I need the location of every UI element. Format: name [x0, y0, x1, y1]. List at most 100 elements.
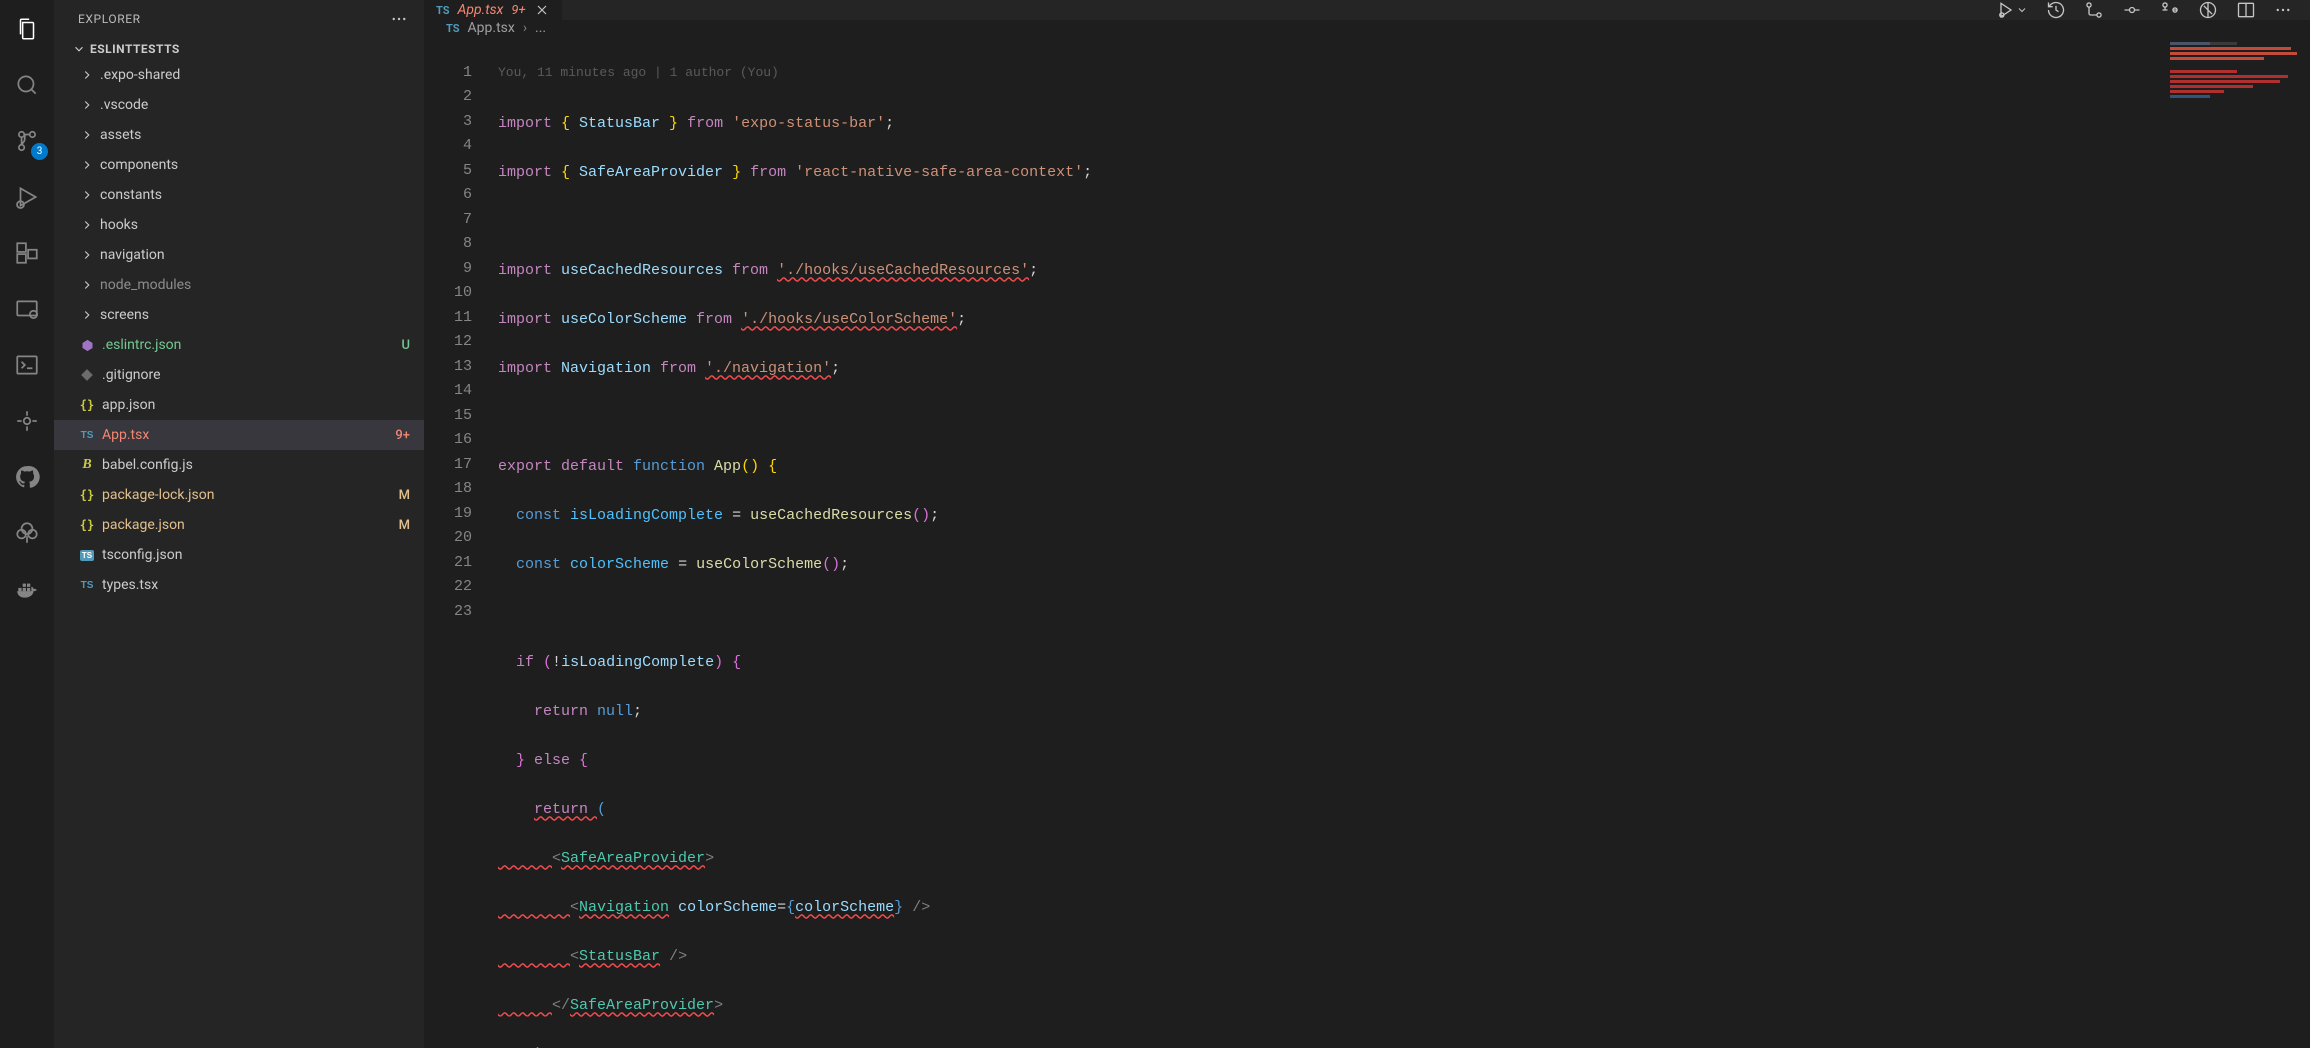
git-status: M	[388, 488, 410, 503]
line-number: 21	[424, 551, 472, 576]
more-actions-icon[interactable]	[2274, 1, 2292, 19]
line-number: 3	[424, 110, 472, 135]
chevron-right-icon	[80, 248, 94, 262]
line-number: 4	[424, 134, 472, 159]
git-commit-icon[interactable]	[2122, 0, 2142, 20]
line-number: 1	[424, 61, 472, 86]
file-app-json[interactable]: {} app.json	[54, 390, 424, 420]
file-label: .eslintrc.json	[102, 337, 382, 353]
activity-remote-icon[interactable]	[12, 294, 42, 324]
line-number: 19	[424, 502, 472, 527]
file-label: App.tsx	[102, 427, 382, 443]
breadcrumb[interactable]: TS App.tsx › ...	[424, 20, 2310, 36]
folder-label: hooks	[100, 217, 410, 233]
chevron-right-icon	[80, 158, 94, 172]
tab-app-tsx[interactable]: TS App.tsx 9+	[424, 0, 563, 20]
file-icon: {}	[78, 518, 96, 532]
folder-navigation[interactable]: navigation	[54, 240, 424, 270]
file-App-tsx[interactable]: TS App.tsx 9+	[54, 420, 424, 450]
code-content[interactable]: You, 11 minutes ago | 1 author (You) imp…	[498, 36, 2310, 1048]
chevron-right-icon: ›	[523, 20, 527, 36]
file-tree: .expo-shared .vscode assets components const…	[54, 60, 424, 1048]
chevron-right-icon	[80, 308, 94, 322]
typescript-icon: TS	[436, 4, 450, 17]
gitlens-toggle-icon[interactable]	[2198, 0, 2218, 20]
activity-bar: 3	[0, 0, 54, 1048]
activity-gitlens-icon[interactable]	[12, 406, 42, 436]
chevron-right-icon	[80, 98, 94, 112]
file-icon: TS	[78, 580, 96, 591]
folder-assets[interactable]: assets	[54, 120, 424, 150]
breadcrumb-file: App.tsx	[468, 20, 515, 36]
line-number: 15	[424, 404, 472, 429]
file-tsconfig-json[interactable]: TStsconfig.json	[54, 540, 424, 570]
git-status: 9+	[388, 428, 410, 443]
git-compare-icon[interactable]	[2084, 0, 2104, 20]
line-number: 16	[424, 428, 472, 453]
folder--vscode[interactable]: .vscode	[54, 90, 424, 120]
chevron-right-icon	[80, 68, 94, 82]
file-icon	[78, 338, 96, 353]
line-gutter: 1234567891011121314151617181920212223	[424, 36, 498, 1048]
editor-actions	[1978, 0, 2310, 20]
tab-problems-badge: 9+	[511, 3, 525, 18]
folder-hooks[interactable]: hooks	[54, 210, 424, 240]
editor-area: TS App.tsx 9+ TS App.tsx › ... 123456789…	[424, 0, 2310, 1048]
line-number: 11	[424, 306, 472, 331]
tab-bar: TS App.tsx 9+	[424, 0, 2310, 20]
explorer-more-icon[interactable]	[390, 10, 408, 28]
folder-label: .expo-shared	[100, 67, 410, 83]
explorer-root[interactable]: ESLINTTESTTS	[54, 38, 424, 60]
chevron-right-icon	[80, 278, 94, 292]
folder-node_modules[interactable]: node_modules	[54, 270, 424, 300]
line-number: 10	[424, 281, 472, 306]
activity-terminal-icon[interactable]	[12, 350, 42, 380]
folder--expo-shared[interactable]: .expo-shared	[54, 60, 424, 90]
minimap[interactable]	[2170, 42, 2304, 118]
activity-search-icon[interactable]	[12, 70, 42, 100]
file--eslintrc-json[interactable]: .eslintrc.jsonU	[54, 330, 424, 360]
line-number: 17	[424, 453, 472, 478]
activity-github-icon[interactable]	[12, 462, 42, 492]
file-icon: {}	[78, 488, 96, 502]
line-number: 12	[424, 330, 472, 355]
folder-constants[interactable]: constants	[54, 180, 424, 210]
folder-label: screens	[100, 307, 410, 323]
file-icon: TS	[78, 430, 96, 441]
file-icon: {}	[78, 398, 96, 412]
folder-label: components	[100, 157, 410, 173]
chevron-right-icon	[80, 188, 94, 202]
code-editor[interactable]: 1234567891011121314151617181920212223 Yo…	[424, 36, 2310, 1048]
split-editor-icon[interactable]	[2236, 0, 2256, 20]
close-icon[interactable]	[534, 2, 550, 18]
history-icon[interactable]	[2046, 0, 2066, 20]
activity-explorer-icon[interactable]	[12, 14, 42, 44]
line-number: 9	[424, 257, 472, 282]
folder-label: assets	[100, 127, 410, 143]
typescript-icon: TS	[446, 22, 460, 35]
activity-tree-icon[interactable]	[12, 518, 42, 548]
git-branch-icon[interactable]	[2160, 0, 2180, 20]
folder-label: node_modules	[100, 277, 410, 293]
file-label: app.json	[102, 397, 382, 413]
activity-debug-icon[interactable]	[12, 182, 42, 212]
file--gitignore[interactable]: .gitignore	[54, 360, 424, 390]
activity-scm-icon[interactable]: 3	[12, 126, 42, 156]
file-label: .gitignore	[102, 367, 382, 383]
file-label: types.tsx	[102, 577, 382, 593]
folder-screens[interactable]: screens	[54, 300, 424, 330]
line-number: 5	[424, 159, 472, 184]
line-number: 7	[424, 208, 472, 233]
file-package-json[interactable]: {}package.jsonM	[54, 510, 424, 540]
activity-docker-icon[interactable]	[12, 574, 42, 604]
file-package-lock-json[interactable]: {}package-lock.jsonM	[54, 480, 424, 510]
activity-extensions-icon[interactable]	[12, 238, 42, 268]
folder-components[interactable]: components	[54, 150, 424, 180]
file-label: babel.config.js	[102, 457, 382, 473]
file-babel-config-js[interactable]: Bbabel.config.js	[54, 450, 424, 480]
file-types-tsx[interactable]: TS types.tsx	[54, 570, 424, 600]
line-number: 18	[424, 477, 472, 502]
run-debug-icon[interactable]	[1996, 0, 2028, 20]
file-label: package.json	[102, 517, 382, 533]
line-number: 20	[424, 526, 472, 551]
